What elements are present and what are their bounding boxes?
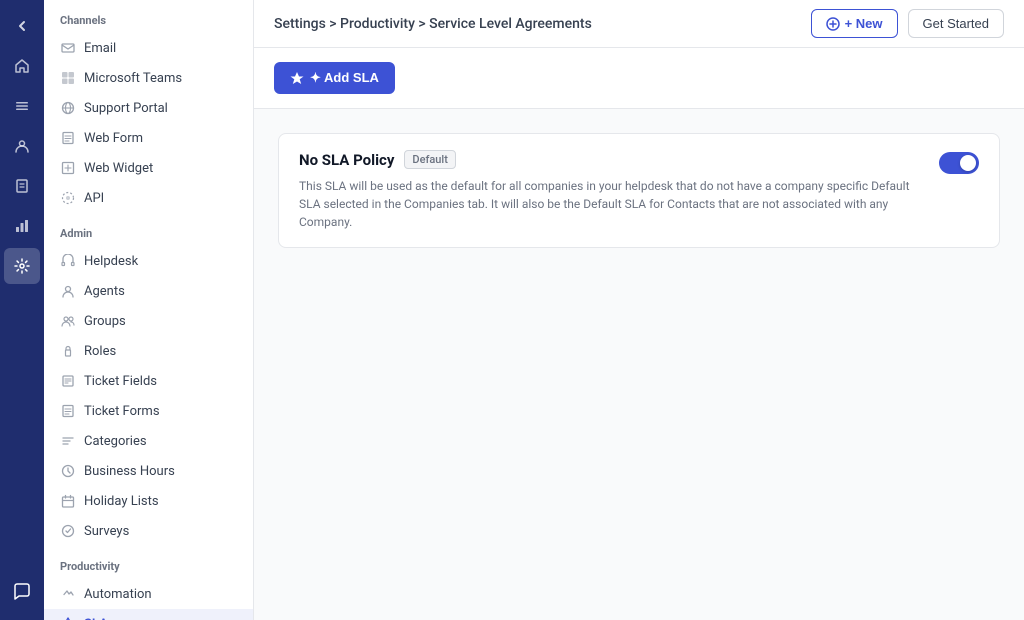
home-nav-icon[interactable] bbox=[4, 48, 40, 84]
channels-section-header: Channels bbox=[44, 0, 253, 33]
teams-label: Microsoft Teams bbox=[84, 71, 182, 86]
contacts-nav-icon[interactable] bbox=[4, 128, 40, 164]
categories-icon bbox=[60, 433, 76, 449]
email-label: Email bbox=[84, 41, 116, 56]
sla-policy-card: No SLA Policy Default This SLA will be u… bbox=[278, 133, 1000, 248]
topbar: Settings > Productivity > Service Level … bbox=[254, 0, 1024, 48]
holiday-lists-icon bbox=[60, 493, 76, 509]
sidebar: Channels Email Microsoft Teams Support P… bbox=[44, 0, 254, 620]
agents-icon bbox=[60, 283, 76, 299]
sidebar-item-surveys[interactable]: Surveys bbox=[44, 516, 253, 546]
add-sla-button[interactable]: ✦ Add SLA bbox=[274, 62, 395, 94]
sla-card-left: No SLA Policy Default This SLA will be u… bbox=[299, 150, 923, 231]
webwidget-label: Web Widget bbox=[84, 161, 153, 176]
sidebar-item-ticket-fields[interactable]: Ticket Fields bbox=[44, 366, 253, 396]
sla-policy-name: No SLA Policy bbox=[299, 151, 394, 169]
surveys-label: Surveys bbox=[84, 524, 129, 539]
main-content: Settings > Productivity > Service Level … bbox=[254, 0, 1024, 620]
sidebar-item-automation[interactable]: Automation bbox=[44, 579, 253, 609]
sidebar-item-agents[interactable]: Agents bbox=[44, 276, 253, 306]
sidebar-item-helpdesk[interactable]: Helpdesk bbox=[44, 246, 253, 276]
agents-label: Agents bbox=[84, 284, 125, 299]
chart-nav-icon[interactable] bbox=[4, 208, 40, 244]
api-icon bbox=[60, 190, 76, 206]
categories-label: Categories bbox=[84, 434, 147, 449]
book-nav-icon[interactable] bbox=[4, 168, 40, 204]
list-nav-icon[interactable] bbox=[4, 88, 40, 124]
settings-nav-icon[interactable] bbox=[4, 248, 40, 284]
sidebar-item-roles[interactable]: Roles bbox=[44, 336, 253, 366]
content-toolbar: ✦ Add SLA bbox=[254, 48, 1024, 109]
sidebar-item-holiday-lists[interactable]: Holiday Lists bbox=[44, 486, 253, 516]
add-sla-icon bbox=[290, 71, 304, 85]
breadcrumb: Settings > Productivity > Service Level … bbox=[274, 16, 592, 32]
webwidget-icon bbox=[60, 160, 76, 176]
topbar-actions: + New Get Started bbox=[811, 9, 1004, 38]
content-area: ✦ Add SLA No SLA Policy Default This SLA… bbox=[254, 48, 1024, 620]
sidebar-item-business-hours[interactable]: Business Hours bbox=[44, 456, 253, 486]
business-hours-label: Business Hours bbox=[84, 464, 175, 479]
automation-icon bbox=[60, 586, 76, 602]
ticket-fields-icon bbox=[60, 373, 76, 389]
groups-label: Groups bbox=[84, 314, 126, 329]
email-icon bbox=[60, 40, 76, 56]
teams-icon bbox=[60, 70, 76, 86]
api-label: API bbox=[84, 191, 104, 206]
plus-circle-icon bbox=[826, 17, 840, 31]
sidebar-item-api[interactable]: API bbox=[44, 183, 253, 213]
sidebar-item-slas[interactable]: SLAs bbox=[44, 609, 253, 620]
ticket-forms-label: Ticket Forms bbox=[84, 404, 160, 419]
helpdesk-label: Helpdesk bbox=[84, 254, 138, 269]
portal-icon bbox=[60, 100, 76, 116]
ticket-forms-icon bbox=[60, 403, 76, 419]
helpdesk-icon bbox=[60, 253, 76, 269]
default-badge: Default bbox=[404, 150, 455, 169]
webform-label: Web Form bbox=[84, 131, 143, 146]
surveys-icon bbox=[60, 523, 76, 539]
automation-label: Automation bbox=[84, 587, 152, 602]
get-started-button[interactable]: Get Started bbox=[908, 9, 1004, 38]
sidebar-item-portal[interactable]: Support Portal bbox=[44, 93, 253, 123]
sla-policy-description: This SLA will be used as the default for… bbox=[299, 177, 923, 231]
roles-label: Roles bbox=[84, 344, 116, 359]
webform-icon bbox=[60, 130, 76, 146]
business-hours-icon bbox=[60, 463, 76, 479]
sidebar-item-groups[interactable]: Groups bbox=[44, 306, 253, 336]
icon-nav bbox=[0, 0, 44, 620]
sla-title-row: No SLA Policy Default bbox=[299, 150, 923, 169]
slas-icon bbox=[60, 616, 76, 620]
sidebar-item-webwidget[interactable]: Web Widget bbox=[44, 153, 253, 183]
chat-nav-icon[interactable] bbox=[4, 574, 40, 610]
content-body: No SLA Policy Default This SLA will be u… bbox=[254, 109, 1024, 272]
back-nav-icon[interactable] bbox=[4, 8, 40, 44]
ticket-fields-label: Ticket Fields bbox=[84, 374, 157, 389]
sidebar-item-webform[interactable]: Web Form bbox=[44, 123, 253, 153]
sidebar-item-email[interactable]: Email bbox=[44, 33, 253, 63]
productivity-section-header: Productivity bbox=[44, 546, 253, 579]
portal-label: Support Portal bbox=[84, 101, 168, 116]
sidebar-item-categories[interactable]: Categories bbox=[44, 426, 253, 456]
roles-icon bbox=[60, 343, 76, 359]
new-button[interactable]: + New bbox=[811, 9, 898, 38]
slas-label: SLAs bbox=[84, 617, 114, 620]
groups-icon bbox=[60, 313, 76, 329]
sidebar-item-teams[interactable]: Microsoft Teams bbox=[44, 63, 253, 93]
sla-toggle[interactable] bbox=[939, 152, 979, 174]
sidebar-item-ticket-forms[interactable]: Ticket Forms bbox=[44, 396, 253, 426]
holiday-lists-label: Holiday Lists bbox=[84, 494, 159, 509]
admin-section-header: Admin bbox=[44, 213, 253, 246]
